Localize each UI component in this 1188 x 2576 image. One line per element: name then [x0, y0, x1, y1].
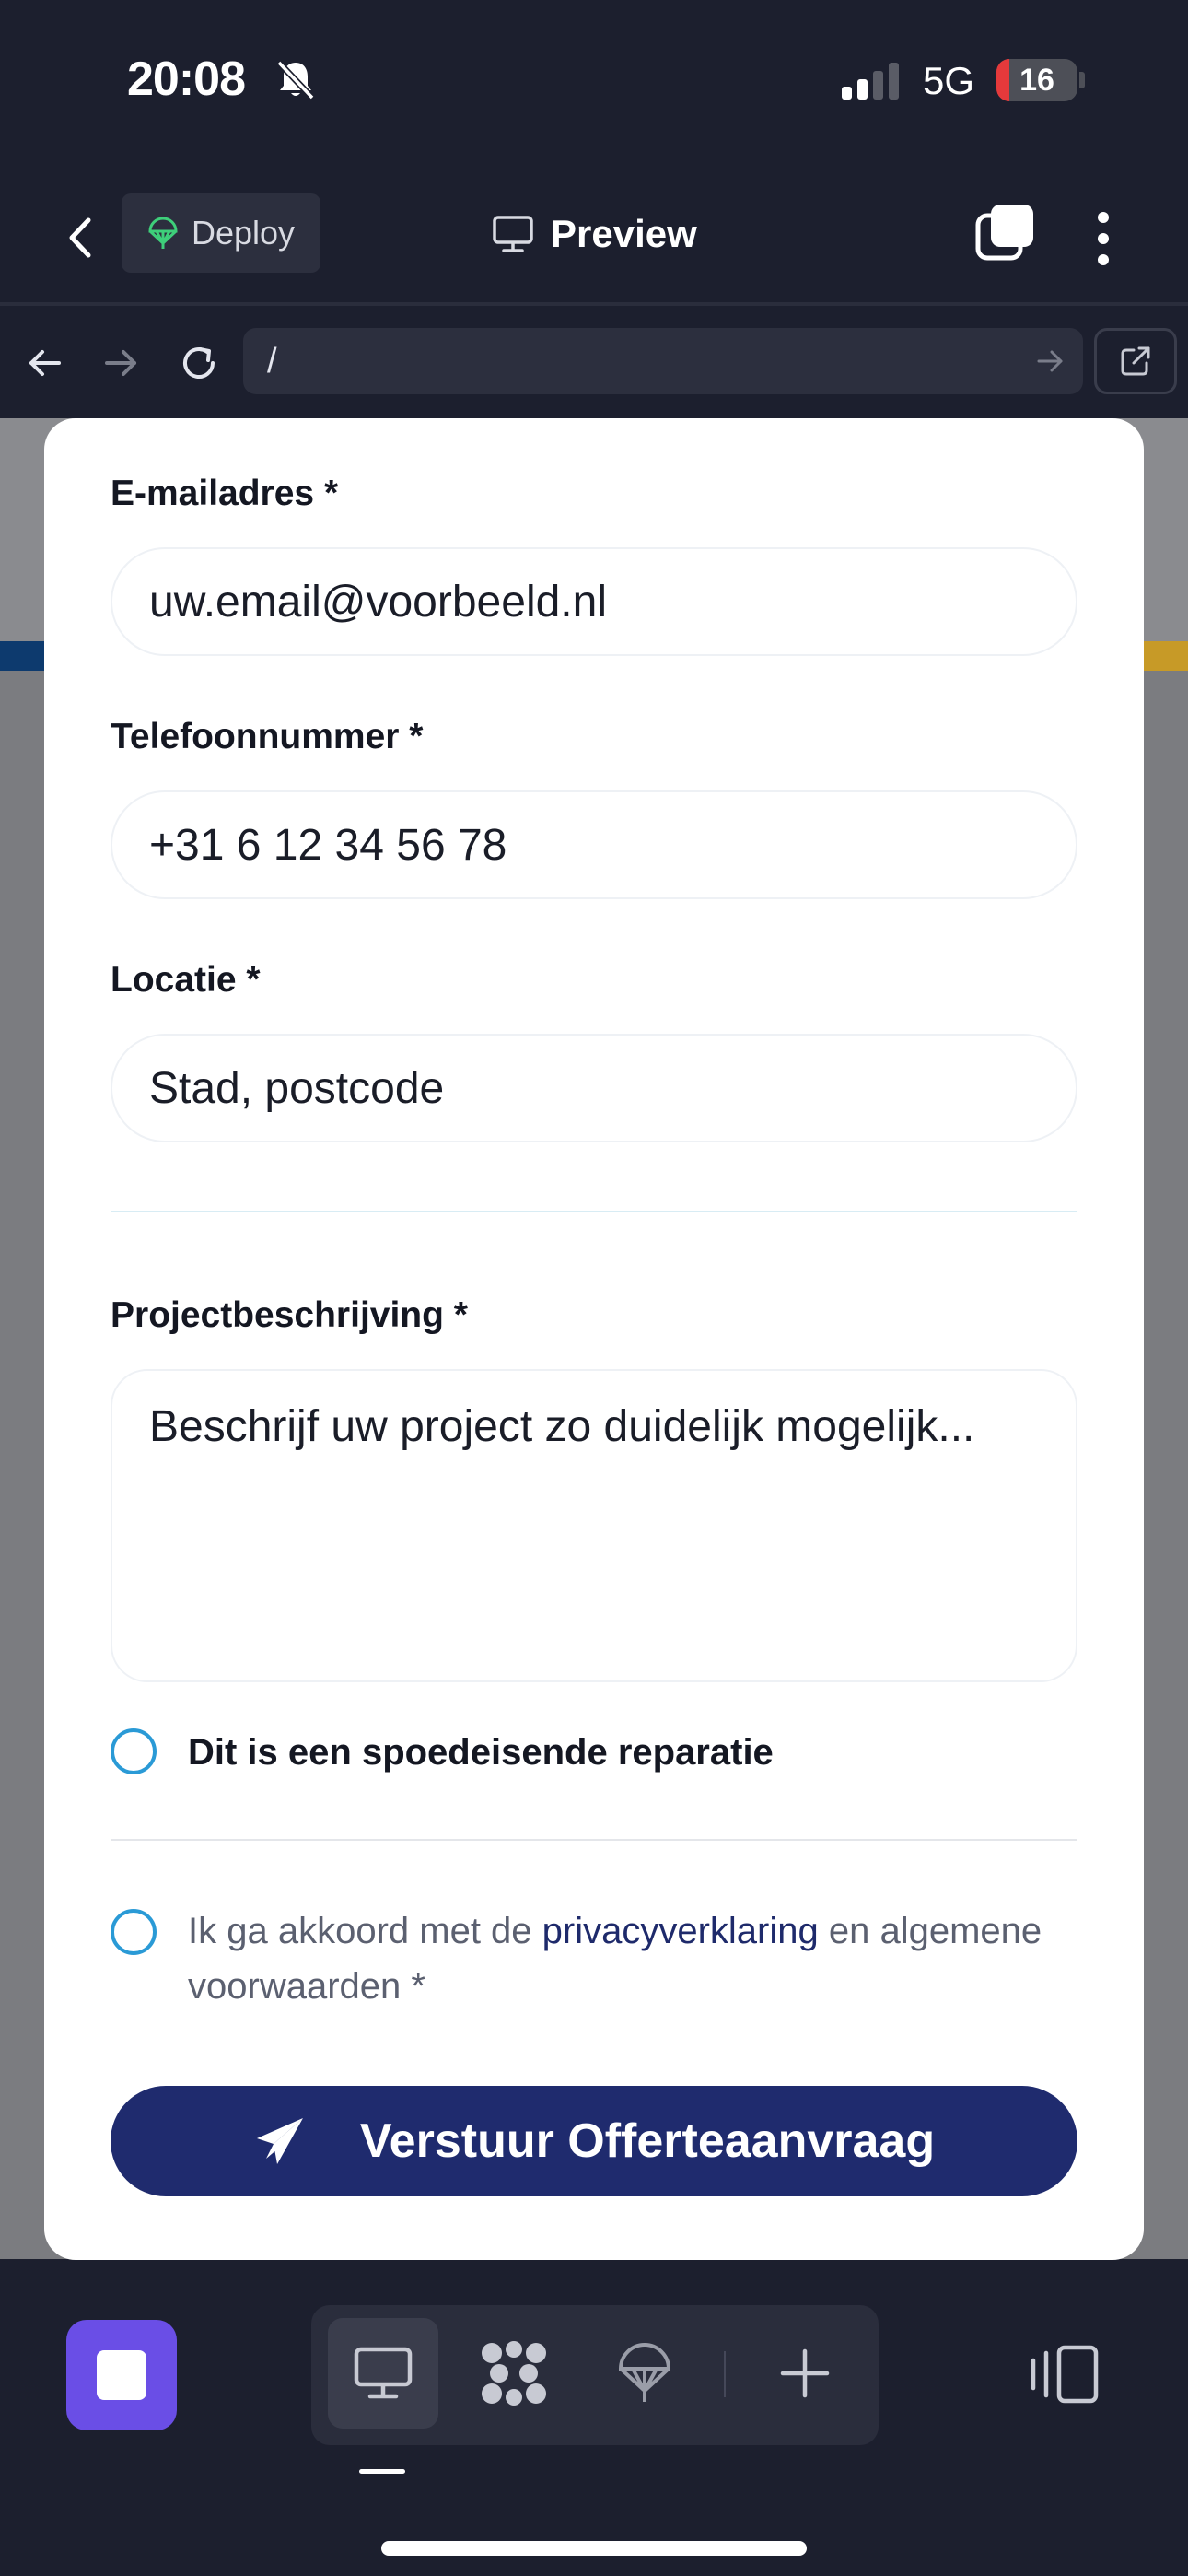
url-text: / [267, 341, 277, 381]
stop-button[interactable] [66, 2320, 177, 2430]
view-switcher [311, 2305, 879, 2445]
arrow-left-icon [29, 350, 61, 376]
browser-forward-button[interactable] [96, 337, 147, 389]
reload-button[interactable] [173, 337, 225, 389]
description-textarea[interactable]: Beschrijf uw project zo duidelijk mogeli… [111, 1369, 1077, 1682]
deploy-button[interactable]: Deploy [122, 193, 320, 273]
open-external-button[interactable] [1094, 328, 1177, 394]
home-indicator [381, 2541, 807, 2556]
battery-level: 16 [1019, 63, 1054, 98]
battery-cap [1079, 72, 1085, 88]
location-label: Locatie * [111, 960, 261, 1000]
monitor-icon [354, 2347, 413, 2399]
back-button[interactable] [53, 210, 109, 265]
code-tab-button[interactable] [459, 2318, 569, 2429]
phone-field[interactable]: +31 6 12 34 56 78 [111, 790, 1077, 899]
chevron-left-icon [69, 217, 91, 258]
consent-prefix: Ik ga akkoord met de [188, 1911, 542, 1951]
location-field[interactable]: Stad, postcode [111, 1034, 1077, 1142]
quote-form-modal: E-mailadres * uw.email@voorbeeld.nl Tele… [44, 418, 1144, 2260]
active-tab-indicator [359, 2469, 405, 2474]
submit-quote-button[interactable]: Verstuur Offerteaanvraag [111, 2086, 1077, 2196]
deploy-label: Deploy [192, 214, 296, 252]
more-options-icon[interactable] [1076, 206, 1131, 271]
deploy-icon [148, 217, 178, 249]
status-time: 20:08 [127, 53, 246, 106]
add-tab-button[interactable] [750, 2318, 860, 2429]
cellular-signal-icon [842, 63, 899, 100]
page-title: Preview [551, 212, 697, 255]
split-panel-icon[interactable] [1028, 2342, 1101, 2406]
section-divider [111, 1211, 1077, 1212]
reload-icon [183, 347, 215, 379]
paper-plane-icon [256, 2118, 303, 2164]
consent-label: Ik ga akkoord met de privacyverklaring e… [188, 1903, 1072, 2014]
go-arrow-icon[interactable] [1033, 345, 1066, 378]
arrow-right-icon [105, 350, 136, 376]
phone-label: Telefoonnummer * [111, 717, 424, 756]
privacy-policy-link[interactable]: privacyverklaring [542, 1911, 819, 1951]
status-bar: 20:08 5G 16 [0, 0, 1188, 166]
network-type: 5G [923, 59, 975, 102]
browser-bar: / [0, 322, 1188, 402]
description-label: Projectbeschrijving * [111, 1295, 468, 1335]
bell-slash-icon [276, 60, 315, 100]
external-link-icon [1121, 346, 1150, 376]
deploy-tab-button[interactable] [589, 2318, 700, 2429]
email-label: E-mailadres * [111, 474, 339, 513]
consent-checkbox[interactable] [111, 1909, 157, 1955]
email-field[interactable]: uw.email@voorbeeld.nl [111, 547, 1077, 656]
urgent-repair-checkbox[interactable] [111, 1728, 157, 1774]
header-divider [0, 302, 1188, 306]
deploy-icon [618, 2342, 671, 2402]
plus-icon [780, 2348, 830, 2398]
stop-icon [97, 2350, 146, 2400]
url-input[interactable]: / [243, 328, 1083, 394]
monitor-icon [493, 216, 533, 252]
bottom-toolbar [0, 2263, 1188, 2576]
browser-back-button[interactable] [18, 337, 70, 389]
submit-label: Verstuur Offerteaanvraag [359, 2114, 936, 2168]
preview-tab-button[interactable] [328, 2318, 438, 2429]
battery-icon: 16 [996, 59, 1077, 101]
app-header: Deploy Preview [0, 175, 1188, 304]
consent-divider [111, 1839, 1077, 1841]
preview-title: Preview [492, 206, 697, 262]
toolbar-separator [724, 2351, 726, 2397]
tabs-icon[interactable] [973, 203, 1037, 267]
urgent-repair-label: Dit is een spoedeisende reparatie [188, 1732, 774, 1773]
workspace-icon [482, 2341, 546, 2406]
